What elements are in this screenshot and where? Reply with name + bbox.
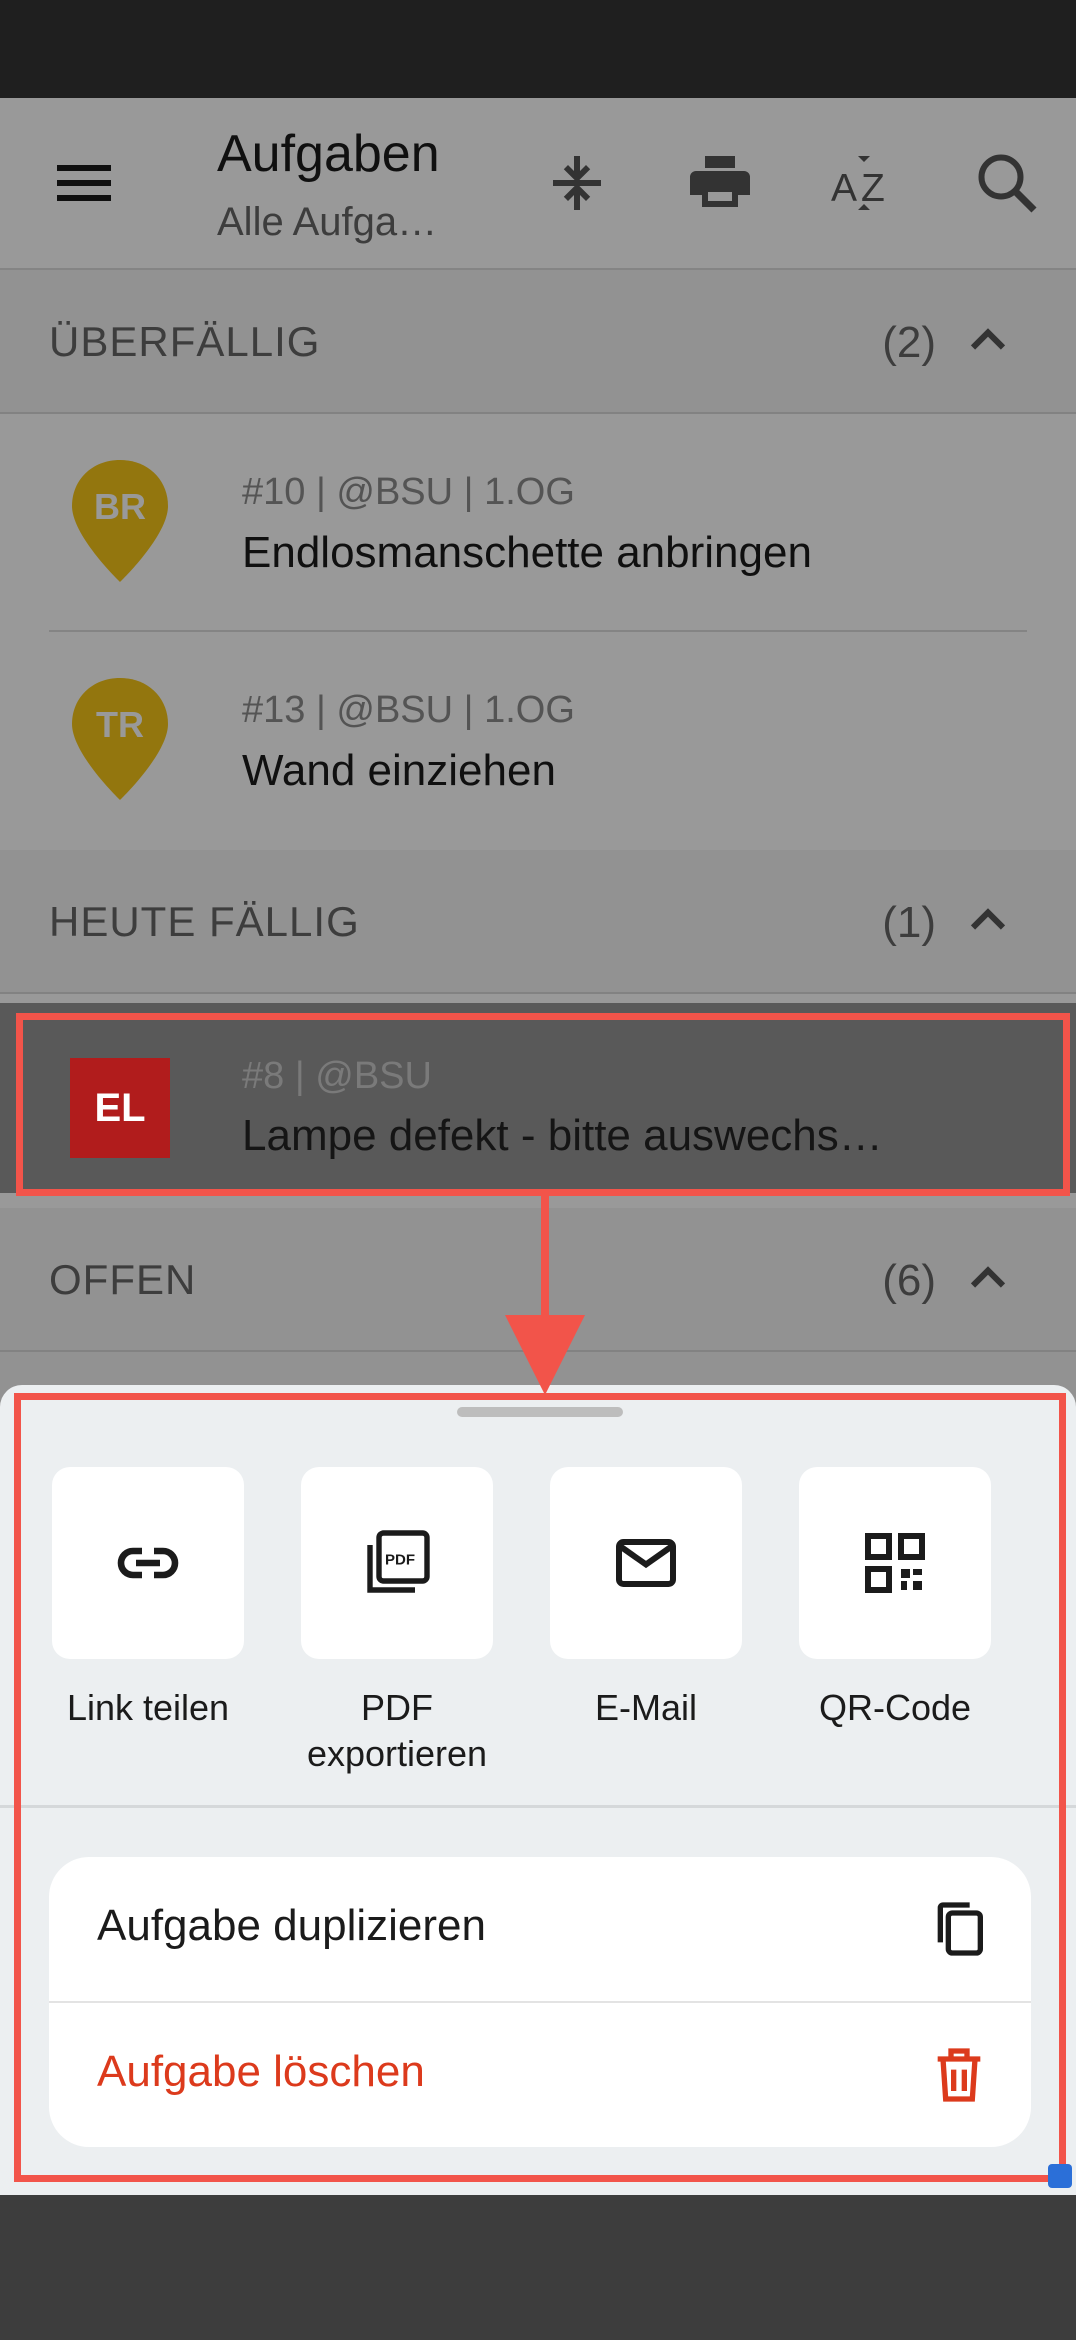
corner-marker: [1048, 2164, 1072, 2188]
highlight-frame-task: [16, 1013, 1070, 1196]
highlight-frame-sheet: [14, 1393, 1066, 2182]
arrow-down-icon: [505, 1190, 585, 1395]
